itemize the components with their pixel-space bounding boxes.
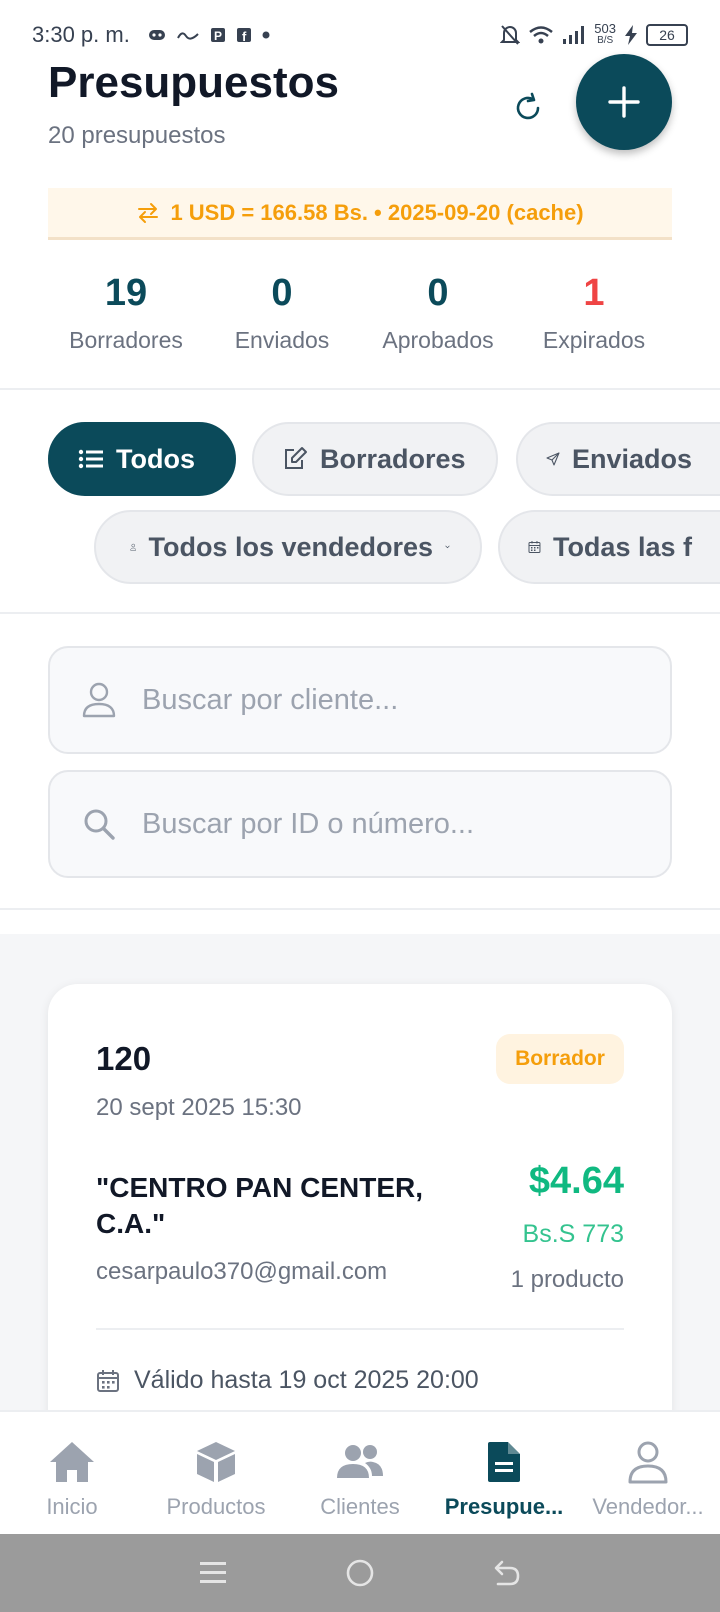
filter-chip-label: Borradores	[320, 443, 466, 474]
nav-label: Presupue...	[444, 1494, 564, 1519]
filter-chip-enviados[interactable]: Enviados	[516, 422, 720, 496]
stat-value: 0	[271, 272, 293, 314]
nav-item-clientes[interactable]: Clientes	[288, 1412, 432, 1534]
nav-label: Productos	[166, 1494, 266, 1519]
seller-filter-label: Todos los vendedores	[148, 531, 434, 562]
document-icon	[488, 1442, 520, 1482]
stat-value: 19	[104, 272, 148, 314]
divider	[0, 908, 720, 910]
battery-level: 26	[659, 27, 675, 43]
card-divider	[96, 1328, 624, 1330]
id-search-box[interactable]	[48, 770, 672, 878]
seller-filter-dropdown[interactable]: Todos los vendedores	[94, 510, 482, 584]
quote-list: 120 20 sept 2025 15:30 Borrador "CENTRO …	[0, 934, 720, 1410]
network-speed-value: 503	[594, 21, 616, 36]
filter-chip-borradores[interactable]: Borradores	[252, 422, 498, 496]
list-icon	[78, 449, 103, 469]
nav-label: Vendedor...	[592, 1494, 704, 1519]
date-filter-label: Todas las f	[552, 531, 692, 562]
user-icon	[130, 543, 137, 551]
calendar-icon	[97, 1369, 119, 1392]
stat-label: Aprobados	[382, 327, 494, 353]
plus-icon	[608, 86, 640, 118]
stat-enviados: 0 Enviados	[204, 272, 360, 382]
nav-item-inicio[interactable]: Inicio	[0, 1412, 144, 1534]
charging-icon	[625, 25, 637, 45]
battery-indicator: 26	[646, 24, 688, 46]
nav-item-presupuestos[interactable]: Presupue...	[432, 1412, 576, 1534]
quote-total-usd: $4.64	[528, 1160, 624, 1202]
send-icon	[546, 452, 560, 466]
quote-product-count: 1 producto	[510, 1266, 624, 1293]
gamepad-icon	[148, 30, 165, 40]
search-icon	[84, 809, 115, 840]
svg-text:f: f	[242, 29, 247, 43]
exchange-rate-banner: 1 USD = 166.58 Bs. • 2025-09-20 (cache)	[48, 188, 672, 240]
nav-label: Clientes	[320, 1494, 400, 1519]
stat-label: Borradores	[69, 327, 183, 353]
quote-total-bs: Bs.S 773	[522, 1220, 624, 1248]
user-icon	[628, 1441, 668, 1484]
calendar-icon	[528, 541, 541, 553]
quote-date: 20 sept 2025 15:30	[96, 1094, 302, 1121]
refresh-button[interactable]	[506, 86, 550, 130]
user-icon	[82, 682, 116, 718]
facebook-icon: f	[236, 28, 251, 43]
nav-item-productos[interactable]: Productos	[144, 1412, 288, 1534]
menu-icon[interactable]	[198, 1560, 228, 1586]
stat-value: 1	[583, 272, 605, 314]
client-search-input[interactable]	[142, 683, 622, 717]
system-navigation-bar	[0, 1534, 720, 1612]
id-search-input[interactable]	[142, 807, 622, 841]
client-search-box[interactable]	[48, 646, 672, 754]
add-quote-button[interactable]	[576, 54, 672, 150]
filter-chip-todos[interactable]: Todos	[48, 422, 236, 496]
quote-valid-until: Válido hasta 19 oct 2025 20:00	[96, 1366, 479, 1395]
svg-text:P: P	[214, 29, 222, 43]
bottom-navigation: Inicio Productos Clientes Presupue... Ve…	[0, 1410, 720, 1534]
page-subtitle: 20 presupuestos	[48, 122, 226, 149]
stats-summary: 19 Borradores 0 Enviados 0 Aprobados 1 E…	[48, 272, 672, 382]
status-time: 3:30 p. m.	[32, 22, 130, 47]
date-filter-dropdown[interactable]: Todas las f	[498, 510, 720, 584]
network-speed-unit: B/S	[597, 35, 614, 46]
app-logo-icon	[176, 32, 199, 40]
bell-off-icon	[500, 25, 521, 45]
stat-label: Enviados	[234, 327, 330, 353]
filter-chip-label: Enviados	[571, 443, 692, 474]
home-icon	[50, 1442, 94, 1482]
stat-value: 0	[427, 272, 449, 314]
page-header: Presupuestos 20 presupuestos	[48, 54, 672, 168]
status-badge: Borrador	[496, 1034, 624, 1084]
back-icon[interactable]	[492, 1559, 522, 1587]
edit-icon	[285, 447, 307, 469]
dot-icon	[262, 31, 270, 39]
stat-borradores: 19 Borradores	[48, 272, 204, 382]
parking-icon: P	[210, 28, 225, 43]
quote-client-name: "CENTRO PAN CENTER, C.A."	[96, 1172, 423, 1239]
notification-icons: P f	[148, 27, 270, 43]
exchange-icon	[138, 202, 159, 223]
nav-item-vendedor[interactable]: Vendedor...	[576, 1412, 720, 1534]
refresh-icon	[516, 92, 540, 120]
chevron-down-icon	[445, 545, 450, 549]
filter-chip-label: Todos	[116, 443, 195, 474]
signal-icon	[563, 26, 585, 44]
quote-number: 120	[96, 1040, 152, 1077]
divider	[0, 388, 720, 390]
valid-until-text: Válido hasta 19 oct 2025 20:00	[134, 1366, 479, 1394]
quote-client-email: cesarpaulo370@gmail.com	[96, 1258, 388, 1285]
exchange-rate-text: 1 USD = 166.58 Bs. • 2025-09-20 (cache)	[170, 199, 584, 225]
box-icon	[197, 1442, 235, 1482]
network-speed: 503 B/S	[594, 21, 616, 47]
quote-card[interactable]: 120 20 sept 2025 15:30 Borrador "CENTRO …	[48, 984, 672, 1410]
stat-aprobados: 0 Aprobados	[360, 272, 516, 382]
divider	[0, 612, 720, 614]
stat-label: Expirados	[542, 327, 646, 353]
users-icon	[337, 1445, 383, 1478]
wifi-icon	[529, 26, 554, 44]
home-circle-icon[interactable]	[345, 1558, 375, 1588]
nav-label: Inicio	[46, 1494, 98, 1519]
stat-expirados: 1 Expirados	[516, 272, 672, 382]
